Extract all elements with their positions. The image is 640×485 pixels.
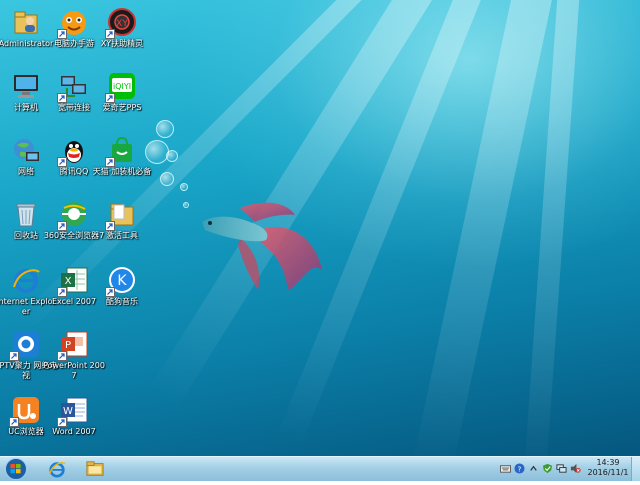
shortcut-arrow-icon — [9, 351, 19, 361]
svg-text:P: P — [65, 340, 71, 351]
network-connection-icon — [57, 71, 89, 103]
excel-icon: X — [57, 265, 89, 297]
file-explorer-icon — [86, 460, 104, 476]
taskbar-explorer-button[interactable] — [78, 457, 112, 480]
desktop-icon-label: 天猫·加装机必备 — [92, 167, 152, 176]
shortcut-arrow-icon — [57, 93, 67, 103]
internet-explorer-icon — [11, 265, 41, 295]
show-desktop-button[interactable] — [631, 457, 640, 481]
bubble — [183, 202, 189, 208]
svg-text:XY: XY — [116, 19, 128, 29]
shortcut-arrow-icon — [57, 157, 67, 167]
browser-360-icon — [57, 199, 89, 231]
desktop-icon-iqiyi[interactable]: iQIYI 爱奇艺PPS — [90, 68, 154, 130]
network-globe-icon — [11, 135, 41, 165]
shortcut-arrow-icon — [57, 29, 67, 39]
desktop-icon-label: 激活工具 — [106, 231, 138, 240]
desktop-icon-label: 爱奇艺PPS — [102, 103, 142, 112]
windows-logo-icon — [5, 458, 27, 480]
shortcut-arrow-icon — [57, 417, 67, 427]
desktop-icon-label: XY扶助精灵 — [100, 39, 144, 48]
bubble — [156, 120, 174, 138]
shortcut-arrow-icon — [9, 417, 19, 427]
shortcut-arrow-icon — [57, 287, 67, 297]
bubble — [180, 183, 188, 191]
system-clock[interactable]: 14:39 2016/11/1 — [586, 458, 630, 478]
start-button[interactable] — [3, 457, 29, 481]
shortcut-arrow-icon — [105, 221, 115, 231]
clock-time: 14:39 — [596, 458, 620, 467]
computer-icon — [11, 71, 41, 101]
desktop-icon-kugou[interactable]: K 酷狗音乐 — [90, 262, 154, 324]
shortcut-arrow-icon — [57, 351, 67, 361]
user-folder-icon — [11, 7, 41, 37]
desktop-icon-label: Word 2007 — [52, 427, 96, 436]
recycle-bin-icon — [11, 199, 41, 229]
desktop[interactable]: Administrator 电脑办手游 XY XY扶助精灵 计算机 宽带连接 iQIYI 爱奇… — [0, 0, 640, 456]
uc-browser-icon — [9, 395, 41, 427]
folder-icon — [105, 199, 137, 231]
shortcut-arrow-icon — [105, 157, 115, 167]
desktop-icon-label: PowerPoint 2007 — [43, 361, 105, 380]
expand-icon[interactable] — [528, 463, 539, 474]
game-assistant-icon — [57, 7, 89, 39]
powerpoint-icon: P — [57, 329, 89, 361]
notification-area: ? 14:39 2016/11/1 — [490, 457, 640, 481]
security-icon[interactable] — [542, 463, 553, 474]
desktop-icon-xy-assistant[interactable]: XY XY扶助精灵 — [90, 4, 154, 66]
pptv-icon — [9, 329, 41, 361]
taskbar-ie-button[interactable] — [40, 457, 74, 480]
help-icon[interactable]: ? — [514, 463, 525, 474]
internet-explorer-icon — [49, 461, 66, 478]
iqiyi-icon: iQIYI — [105, 71, 137, 103]
shortcut-arrow-icon — [105, 287, 115, 297]
kugou-icon: K — [105, 265, 137, 297]
network-icon[interactable] — [556, 463, 567, 474]
svg-text:?: ? — [518, 464, 522, 473]
desktop-icon-folder[interactable]: 激活工具 — [90, 196, 154, 258]
shortcut-arrow-icon — [105, 93, 115, 103]
desktop-icon-powerpoint[interactable]: P PowerPoint 2007 — [42, 326, 106, 388]
betta-fish-illustration — [202, 202, 322, 290]
svg-text:K: K — [117, 273, 127, 289]
clock-date: 2016/11/1 — [587, 468, 629, 477]
desktop-icon-tmall-bag[interactable]: 天猫·加装机必备 — [90, 132, 154, 194]
keyboard-icon[interactable] — [500, 463, 511, 474]
shortcut-arrow-icon — [57, 221, 67, 231]
qq-icon — [57, 135, 89, 167]
volume-muted-icon[interactable] — [570, 463, 581, 474]
desktop-icon-word[interactable]: W Word 2007 — [42, 392, 106, 454]
svg-text:W: W — [63, 406, 73, 417]
bubble — [166, 150, 178, 162]
desktop-icon-label: 酷狗音乐 — [106, 297, 138, 306]
shortcut-arrow-icon — [105, 29, 115, 39]
xy-assistant-icon: XY — [105, 7, 137, 39]
bubble — [160, 172, 174, 186]
svg-text:X: X — [65, 276, 72, 287]
svg-text:iQIYI: iQIYI — [113, 82, 131, 91]
word-icon: W — [57, 395, 89, 427]
taskbar: ? 14:39 2016/11/1 — [0, 456, 640, 481]
tmall-bag-icon — [105, 135, 137, 167]
